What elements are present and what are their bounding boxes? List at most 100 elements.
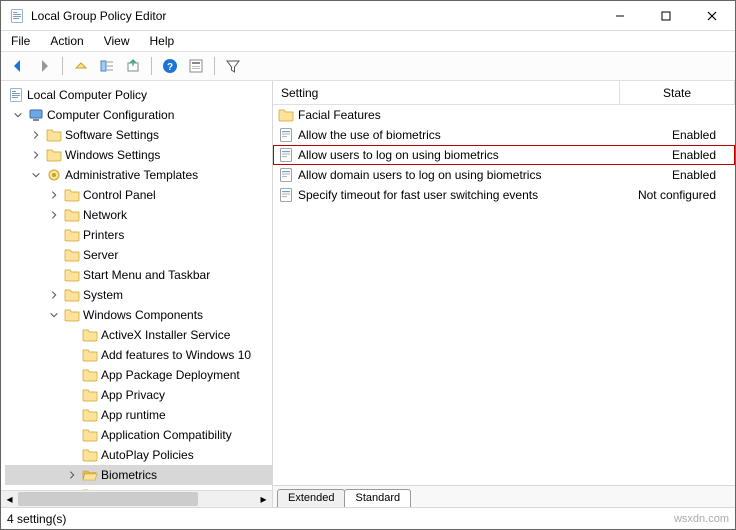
scroll-right-icon[interactable]: ▸ <box>255 491 272 508</box>
tree-software-settings[interactable]: Software Settings <box>65 128 159 142</box>
titlebar: Local Group Policy Editor <box>1 1 735 31</box>
tree-app-compat[interactable]: Application Compatibility <box>101 428 232 442</box>
list-row[interactable]: Allow domain users to log on using biome… <box>273 165 735 185</box>
tree-panel: Local Computer Policy Computer Configura… <box>1 81 273 507</box>
folder-icon <box>82 367 98 383</box>
folder-icon <box>64 267 80 283</box>
tree-computer-config[interactable]: Computer Configuration <box>47 108 174 122</box>
expander-icon[interactable] <box>11 108 25 122</box>
folder-icon <box>82 347 98 363</box>
maximize-button[interactable] <box>643 1 689 31</box>
column-header-state[interactable]: State <box>620 81 735 104</box>
expander-icon[interactable] <box>29 168 43 182</box>
policy-setting-icon <box>278 147 294 163</box>
console-tree[interactable]: Local Computer Policy Computer Configura… <box>1 81 272 490</box>
folder-icon <box>82 427 98 443</box>
folder-icon <box>278 107 294 123</box>
list-row[interactable]: Specify timeout for fast user switching … <box>273 185 735 205</box>
expander-icon[interactable] <box>65 468 79 482</box>
tree-biometrics[interactable]: Biometrics <box>101 468 157 482</box>
expander-icon[interactable] <box>47 288 61 302</box>
menu-view[interactable]: View <box>100 32 134 50</box>
export-button[interactable] <box>122 55 144 77</box>
window-title: Local Group Policy Editor <box>31 9 597 23</box>
folder-icon <box>64 307 80 323</box>
column-header-setting[interactable]: Setting <box>273 81 620 104</box>
setting-name: Facial Features <box>298 108 381 122</box>
setting-state: Enabled <box>619 168 734 182</box>
properties-button[interactable] <box>185 55 207 77</box>
tree-app-privacy[interactable]: App Privacy <box>101 388 165 402</box>
tree-network[interactable]: Network <box>83 208 127 222</box>
tree-system[interactable]: System <box>83 288 123 302</box>
status-bar: 4 setting(s) wsxdn.com <box>1 507 735 529</box>
tree-start-taskbar[interactable]: Start Menu and Taskbar <box>83 268 210 282</box>
policy-setting-icon <box>278 187 294 203</box>
minimize-button[interactable] <box>597 1 643 31</box>
app-icon <box>9 8 25 24</box>
setting-state: Enabled <box>619 128 734 142</box>
filter-button[interactable] <box>222 55 244 77</box>
folder-icon <box>64 207 80 223</box>
folder-icon <box>82 407 98 423</box>
tree-horizontal-scrollbar[interactable]: ◂ ▸ <box>1 490 272 507</box>
setting-state: Not configured <box>619 188 734 202</box>
setting-state: Enabled <box>619 148 734 162</box>
folder-open-icon <box>82 467 98 483</box>
computer-icon <box>28 107 44 123</box>
watermark: wsxdn.com <box>674 513 729 525</box>
help-button[interactable] <box>159 55 181 77</box>
show-hide-tree-button[interactable] <box>96 55 118 77</box>
menu-help[interactable]: Help <box>146 32 179 50</box>
scroll-left-icon[interactable]: ◂ <box>1 491 18 508</box>
expander-icon[interactable] <box>47 308 61 322</box>
folder-icon <box>82 447 98 463</box>
tab-standard[interactable]: Standard <box>344 489 411 507</box>
setting-name: Allow the use of biometrics <box>298 128 441 142</box>
setting-name: Allow users to log on using biometrics <box>298 148 499 162</box>
workspace: Local Computer Policy Computer Configura… <box>1 81 735 507</box>
expander-icon[interactable] <box>47 188 61 202</box>
list-header: Setting State <box>273 81 735 105</box>
expander-icon[interactable] <box>29 148 43 162</box>
folder-icon <box>46 127 62 143</box>
folder-icon <box>64 187 80 203</box>
tree-activex[interactable]: ActiveX Installer Service <box>101 328 230 342</box>
list-body[interactable]: Facial Features Allow the use of biometri… <box>273 105 735 485</box>
menu-action[interactable]: Action <box>46 32 87 50</box>
back-button[interactable] <box>7 55 29 77</box>
toolbar <box>1 51 735 81</box>
admin-templates-icon <box>46 167 62 183</box>
policy-setting-icon <box>278 127 294 143</box>
tab-extended[interactable]: Extended <box>277 489 345 507</box>
close-button[interactable] <box>689 1 735 31</box>
tree-app-package[interactable]: App Package Deployment <box>101 368 240 382</box>
list-row[interactable]: Allow users to log on using biometrics En… <box>273 145 735 165</box>
tree-windows-components[interactable]: Windows Components <box>83 308 203 322</box>
folder-icon <box>46 147 62 163</box>
list-row[interactable]: Allow the use of biometrics Enabled <box>273 125 735 145</box>
tree-server[interactable]: Server <box>83 248 118 262</box>
tree-autoplay[interactable]: AutoPlay Policies <box>101 448 194 462</box>
up-button[interactable] <box>70 55 92 77</box>
folder-icon <box>64 287 80 303</box>
folder-icon <box>82 387 98 403</box>
tree-add-features[interactable]: Add features to Windows 10 <box>101 348 251 362</box>
expander-icon[interactable] <box>29 128 43 142</box>
expander-icon[interactable] <box>47 208 61 222</box>
folder-icon <box>64 247 80 263</box>
forward-button[interactable] <box>33 55 55 77</box>
folder-icon <box>82 327 98 343</box>
tree-app-runtime[interactable]: App runtime <box>101 408 166 422</box>
tree-control-panel[interactable]: Control Panel <box>83 188 156 202</box>
policy-setting-icon <box>278 167 294 183</box>
tree-printers[interactable]: Printers <box>83 228 124 242</box>
menu-file[interactable]: File <box>7 32 34 50</box>
list-row[interactable]: Facial Features <box>273 105 735 125</box>
folder-icon <box>64 227 80 243</box>
policy-root-icon <box>8 87 24 103</box>
tree-windows-settings[interactable]: Windows Settings <box>65 148 160 162</box>
tree-admin-templates[interactable]: Administrative Templates <box>65 168 198 182</box>
setting-name: Allow domain users to log on using biome… <box>298 168 541 182</box>
tree-root[interactable]: Local Computer Policy <box>27 88 147 102</box>
